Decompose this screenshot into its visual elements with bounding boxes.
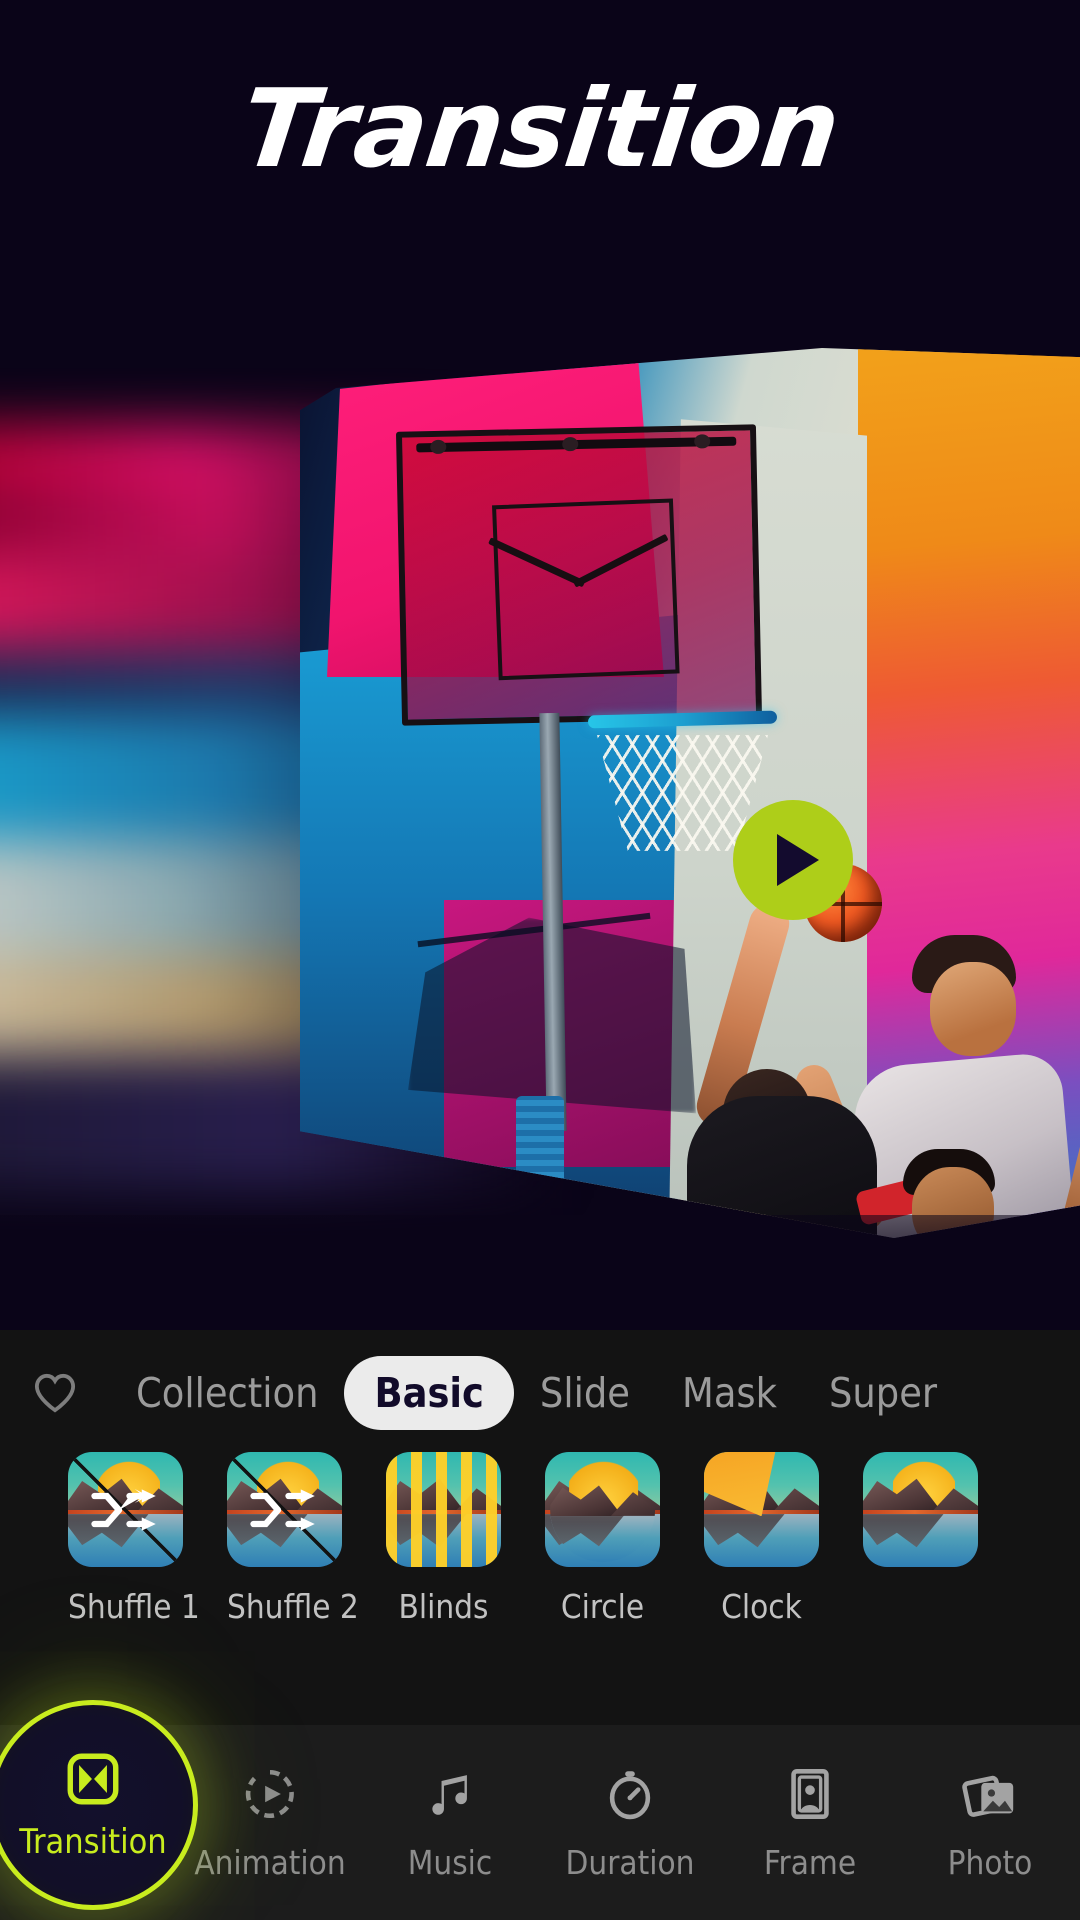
category-tab-row: Collection Basic Slide Mask Super <box>0 1348 1080 1438</box>
backboard <box>395 424 763 726</box>
transition-thumbnail <box>68 1452 183 1567</box>
transition-item-shuffle-2[interactable]: Shuffle 2 <box>227 1452 359 1626</box>
transition-thumbnail <box>704 1452 819 1567</box>
transition-label: Clock <box>721 1587 802 1626</box>
nav-label-frame: Frame <box>763 1843 857 1882</box>
transition-thumbnail <box>227 1452 342 1567</box>
transition-item-blinds[interactable]: Blinds <box>386 1452 501 1626</box>
tab-collection[interactable]: Collection <box>110 1369 344 1417</box>
transition-item-partial[interactable] <box>863 1452 978 1587</box>
frame-icon <box>779 1763 841 1825</box>
preview-bottom-fade <box>0 1215 1080 1330</box>
transition-item-clock[interactable]: Clock <box>704 1452 819 1626</box>
play-button[interactable] <box>733 800 853 920</box>
video-preview-stage[interactable] <box>0 260 1080 1330</box>
tab-mask[interactable]: Mask <box>656 1369 803 1417</box>
shuffle-icon <box>90 1488 156 1531</box>
nav-label-animation: Animation <box>194 1843 346 1882</box>
shuffle-icon <box>249 1488 315 1531</box>
nav-item-duration[interactable]: Duration <box>540 1725 720 1920</box>
heart-icon <box>34 1373 76 1413</box>
transition-thumbnail <box>386 1452 501 1567</box>
app-root: Transition Collection Basic Slide Mask S… <box>0 0 1080 1920</box>
nav-item-animation[interactable]: Animation <box>180 1725 360 1920</box>
preview-photo <box>300 348 1080 1238</box>
play-icon <box>777 834 819 886</box>
nav-label-music: Music <box>407 1843 493 1882</box>
page-title: Transition <box>234 67 846 192</box>
transition-thumbnail-row[interactable]: Shuffle 1 Shuffle 2 Blinds Circle Clock <box>0 1452 1080 1702</box>
transition-thumbnail <box>863 1452 978 1567</box>
transition-icon <box>62 1748 124 1810</box>
music-note-icon <box>419 1763 481 1825</box>
transition-label: Shuffle 1 <box>68 1587 200 1626</box>
nav-label-transition: Transition <box>19 1822 167 1862</box>
transition-label: Shuffle 2 <box>227 1587 359 1626</box>
tab-super[interactable]: Super <box>803 1369 963 1417</box>
nav-item-music[interactable]: Music <box>360 1725 540 1920</box>
nav-item-frame[interactable]: Frame <box>720 1725 900 1920</box>
transition-item-shuffle-1[interactable]: Shuffle 1 <box>68 1452 200 1626</box>
favorites-button[interactable] <box>0 1372 110 1414</box>
photo-stack-icon <box>959 1763 1021 1825</box>
tab-slide[interactable]: Slide <box>514 1369 656 1417</box>
transition-thumbnail <box>545 1452 660 1567</box>
page-title-wrap: Transition <box>0 0 1080 260</box>
tab-basic[interactable]: Basic <box>344 1356 514 1430</box>
blinds-overlay <box>386 1452 501 1567</box>
transition-item-circle[interactable]: Circle <box>545 1452 660 1626</box>
nav-label-photo: Photo <box>947 1843 1033 1882</box>
animation-icon <box>239 1763 301 1825</box>
nav-label-duration: Duration <box>565 1843 695 1882</box>
transition-label: Blinds <box>398 1587 489 1626</box>
transition-panel: Collection Basic Slide Mask Super Shuffl… <box>0 1330 1080 1730</box>
nav-item-photo[interactable]: Photo <box>900 1725 1080 1920</box>
circle-overlay <box>549 1457 656 1563</box>
stopwatch-icon <box>599 1763 661 1825</box>
transition-label: Circle <box>560 1587 645 1626</box>
